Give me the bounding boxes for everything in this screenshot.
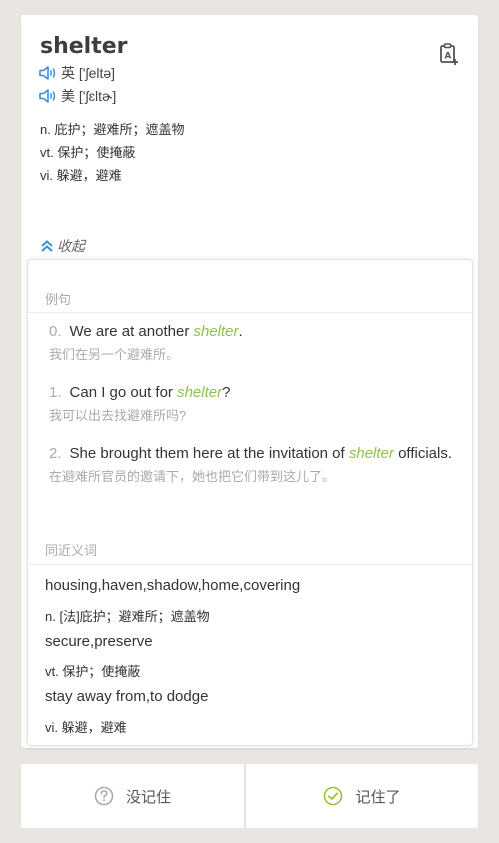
synonyms-title: 同近义词	[45, 543, 98, 558]
synonym-meaning: n. [法]庇护；避难所；遮盖物	[45, 609, 210, 624]
pron-us-ipa: ['ʃɛltɚ]	[78, 88, 117, 104]
example-item: 2. She brought them here at the invitatio…	[49, 444, 459, 485]
synonym-words: stay away from,to dodge	[45, 688, 209, 705]
collapse-toggle[interactable]: 收起	[40, 236, 85, 256]
divider	[28, 312, 472, 313]
word-card: shelter A 英 ['ʃeltə] 美 ['ʃɛltɚ] n. 庇护；避难…	[21, 15, 478, 748]
example-keyword: shelter	[193, 323, 239, 340]
add-to-wordbook-icon[interactable]: A	[438, 42, 460, 66]
definition-line: vt. 保护；使掩蔽	[40, 145, 136, 160]
forget-label: 没记住	[125, 788, 171, 806]
double-chevron-up-icon	[41, 240, 53, 252]
example-keyword: shelter	[348, 445, 394, 462]
example-translation: 在避难所官员的邀请下，她也把它们带到这儿了。	[49, 469, 336, 484]
synonym-meaning: vt. 保护；使掩蔽	[45, 664, 141, 679]
example-sentence: 1. Can I go out for shelter?	[49, 384, 231, 401]
detail-panel: 例句 0. We are at another shelter. 我们在另一个避难…	[27, 259, 473, 746]
definition-line: vi. 躲避，避难	[40, 168, 122, 183]
example-translation: 我可以出去找避难所吗?	[49, 408, 187, 423]
speaker-icon[interactable]	[39, 88, 57, 104]
pron-uk-ipa: ['ʃeltə]	[78, 65, 116, 81]
remember-button[interactable]: 记住了	[246, 764, 478, 828]
pronunciation-uk: 英 ['ʃeltə]	[39, 63, 115, 83]
example-keyword: shelter	[177, 384, 223, 401]
word-title: shelter	[40, 34, 128, 59]
divider	[28, 564, 472, 565]
example-sentence: 0. We are at another shelter.	[49, 323, 243, 340]
examples-title: 例句	[45, 292, 72, 307]
collapse-label: 收起	[57, 238, 85, 254]
svg-text:A: A	[444, 52, 451, 62]
speaker-icon[interactable]	[39, 65, 57, 81]
synonym-words: secure,preserve	[45, 633, 153, 650]
forget-button[interactable]: 没记住	[21, 764, 245, 828]
synonym-words: housing,haven,shadow,home,covering	[45, 577, 301, 594]
example-item: 1. Can I go out for shelter? 我可以出去找避难所吗?	[49, 383, 459, 424]
synonym-meaning: vi. 躲避，避难	[45, 720, 127, 735]
example-translation: 我们在另一个避难所。	[49, 347, 180, 362]
remember-label: 记住了	[355, 788, 401, 806]
example-item: 0. We are at another shelter. 我们在另一个避难所。	[49, 322, 459, 363]
pron-uk-label: 英	[61, 65, 75, 81]
example-sentence: 2. She brought them here at the invitatio…	[49, 445, 452, 462]
check-circle-icon	[324, 786, 343, 806]
question-circle-icon	[94, 786, 114, 806]
pronunciation-us: 美 ['ʃɛltɚ]	[39, 86, 116, 106]
definition-line: n. 庇护；避难所；遮盖物	[40, 122, 185, 137]
pron-us-label: 美	[61, 88, 75, 104]
definitions: n. 庇护；避难所；遮盖物 vt. 保护；使掩蔽 vi. 躲避，避难	[40, 118, 184, 187]
